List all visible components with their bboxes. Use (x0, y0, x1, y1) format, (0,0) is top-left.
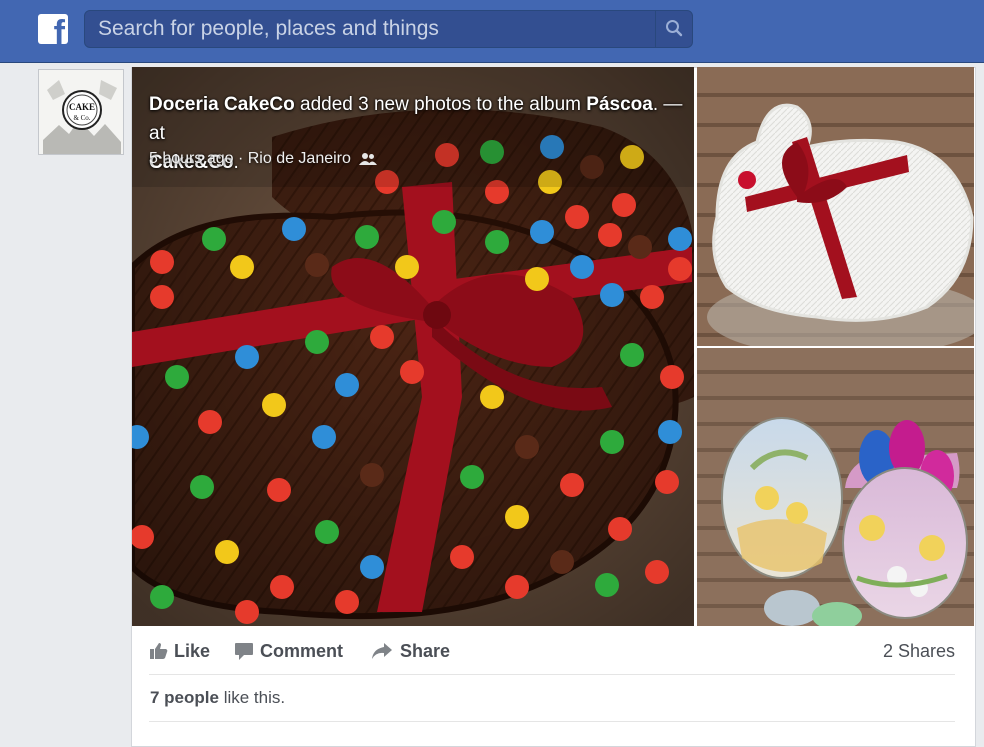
album-link[interactable]: Páscoa (586, 94, 653, 115)
facebook-logo-letter: f (53, 14, 65, 44)
search-input[interactable] (85, 11, 655, 47)
share-button[interactable]: Share (371, 636, 456, 666)
photo-easter-eggs[interactable] (697, 348, 974, 626)
author-link[interactable]: Doceria CakeCo (149, 94, 295, 115)
share-icon (372, 643, 392, 659)
search-box (84, 10, 693, 48)
photo-coconut-cake[interactable] (697, 67, 974, 346)
like-button[interactable]: Like (150, 636, 215, 666)
share-label: Share (400, 641, 451, 661)
avatar-image: CAKE & Co. (39, 70, 123, 154)
shares-count[interactable]: 2 Shares (883, 636, 955, 666)
post-meta: 5 hours ago · Rio de Janeiro (149, 148, 378, 170)
search-button[interactable] (655, 11, 692, 47)
meta-separator: · (233, 150, 248, 167)
svg-text:CAKE: CAKE (69, 102, 95, 112)
likes-count-link[interactable]: 7 people (150, 688, 219, 707)
coconut-cake-image (697, 67, 974, 346)
audience-icon[interactable] (359, 152, 378, 166)
top-bar: f (0, 0, 984, 63)
caption-action-text: added 3 new photos to the album (294, 94, 587, 115)
like-icon (150, 643, 168, 659)
comment-button[interactable]: Comment (235, 636, 355, 666)
comment-icon (235, 643, 253, 660)
svg-text:& Co.: & Co. (73, 114, 90, 122)
likes-suffix: like this. (218, 688, 286, 707)
post-location[interactable]: Rio de Janeiro (248, 150, 351, 167)
page-avatar[interactable]: CAKE & Co. (38, 69, 124, 155)
post-time[interactable]: 5 hours ago (149, 150, 234, 167)
likes-summary: 7 people like this. (150, 686, 285, 710)
comment-label: Comment (260, 641, 344, 661)
easter-eggs-image (697, 348, 974, 626)
divider (149, 721, 955, 722)
facebook-logo-icon[interactable]: f (38, 14, 68, 44)
search-icon (666, 20, 683, 37)
divider (149, 674, 955, 675)
like-label: Like (174, 641, 211, 661)
post-actions: Like Comment Share 2 Shares (150, 636, 955, 666)
